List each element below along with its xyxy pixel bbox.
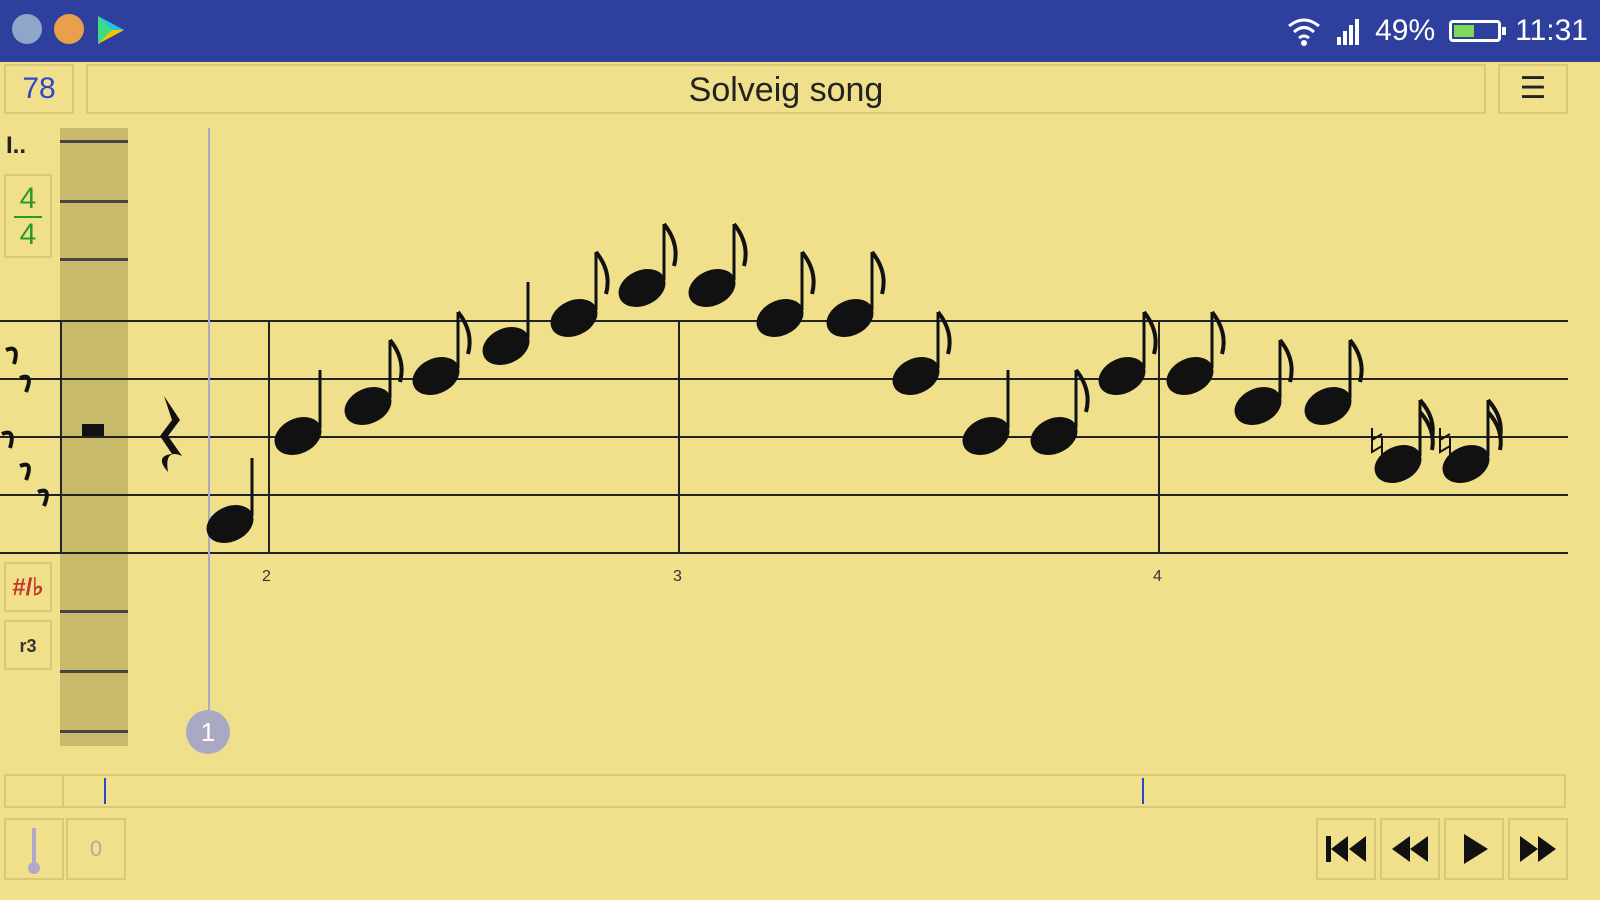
counter-value: 0	[89, 836, 103, 861]
note-flag	[1348, 338, 1364, 383]
rewind-button[interactable]	[1380, 818, 1440, 880]
note-flag	[594, 250, 610, 295]
counter-field[interactable]: 0	[66, 818, 126, 880]
note-flag	[1142, 310, 1158, 355]
note-flag	[936, 310, 952, 355]
notes-layer[interactable]	[0, 0, 1600, 900]
measure-number: 4	[1153, 568, 1162, 585]
play-button[interactable]	[1444, 818, 1504, 880]
rewind-icon	[1392, 836, 1428, 862]
thermometer-icon	[28, 828, 40, 874]
fast-forward-button[interactable]	[1508, 818, 1568, 880]
note	[1166, 357, 1214, 395]
note	[1304, 387, 1352, 425]
fast-forward-icon	[1520, 836, 1556, 862]
note	[1030, 417, 1078, 455]
note-flag	[1210, 310, 1226, 355]
overview-start-marker[interactable]	[104, 778, 106, 804]
note-flag	[388, 338, 404, 383]
skip-to-start-button[interactable]	[1316, 818, 1376, 880]
note	[756, 299, 804, 337]
note	[1234, 387, 1282, 425]
natural-sign	[1439, 428, 1451, 460]
measure-number: 3	[673, 568, 682, 585]
note	[206, 505, 254, 543]
note	[274, 417, 322, 455]
note-flag	[1278, 338, 1294, 383]
note-flag	[800, 250, 816, 295]
note	[618, 269, 666, 307]
note-flag	[662, 222, 678, 267]
note	[482, 327, 530, 365]
note-flag	[456, 310, 472, 355]
overview-end-marker[interactable]	[1142, 778, 1144, 804]
natural-sign	[1371, 428, 1383, 460]
play-icon	[1464, 834, 1488, 864]
cursor-badge-number: 1	[200, 717, 216, 747]
volume-slider-button[interactable]	[4, 818, 64, 880]
measure-number: 2	[262, 568, 271, 585]
note	[688, 269, 736, 307]
skip-start-icon	[1326, 836, 1366, 862]
note	[826, 299, 874, 337]
note	[344, 387, 392, 425]
note	[550, 299, 598, 337]
overview-view-box[interactable]	[6, 776, 64, 806]
note-flag	[870, 250, 886, 295]
cursor-badge[interactable]: 1	[186, 710, 230, 754]
note	[1098, 357, 1146, 395]
note	[1442, 445, 1490, 483]
note	[1374, 445, 1422, 483]
note	[412, 357, 460, 395]
note-flag	[1074, 368, 1090, 413]
note	[962, 417, 1010, 455]
overview-timeline[interactable]	[4, 774, 1566, 808]
note-flag	[732, 222, 748, 267]
note	[892, 357, 940, 395]
